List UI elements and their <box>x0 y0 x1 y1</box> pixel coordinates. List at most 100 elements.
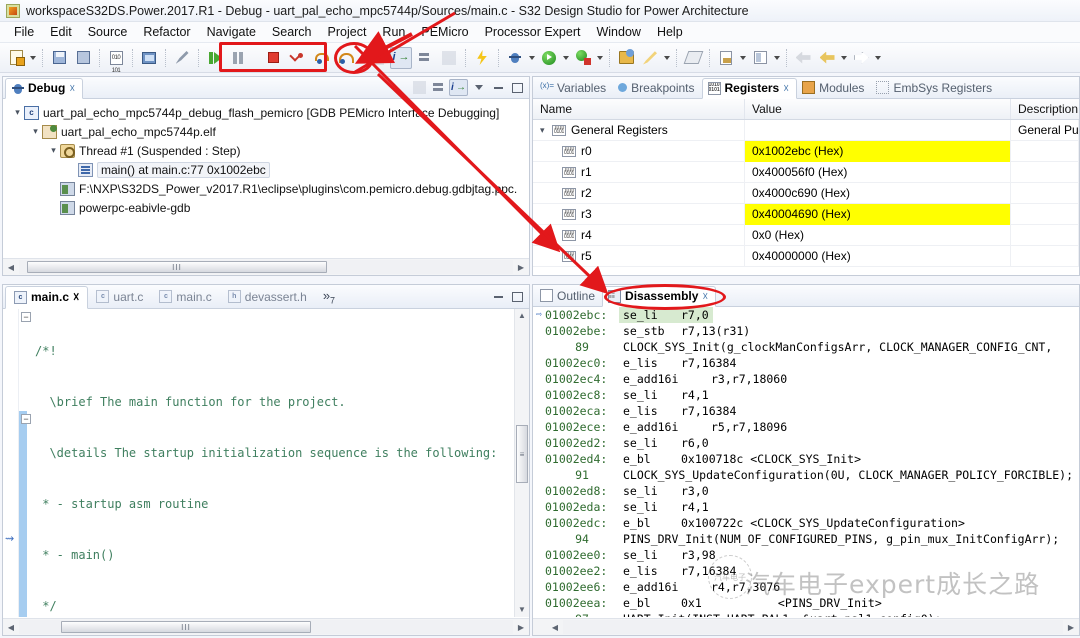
column-header-name[interactable]: Name <box>533 99 745 119</box>
tab-variables[interactable]: (x)= Variables <box>535 77 613 98</box>
view-menu-icon[interactable] <box>471 80 487 96</box>
tab-outline[interactable]: Outline <box>535 285 602 306</box>
step-over-button[interactable] <box>310 47 332 69</box>
open-folder-button[interactable] <box>615 47 637 69</box>
tree-row[interactable]: ▾ c uart_pal_echo_mpc5744p_debug_flash_p… <box>9 103 529 122</box>
register-value[interactable]: 0x4000c690 (Hex) <box>745 183 1011 204</box>
menu-help[interactable]: Help <box>649 23 691 41</box>
expand-twisty-icon[interactable]: ▾ <box>47 145 60 156</box>
expand-twisty-icon[interactable]: ▾ <box>11 107 24 118</box>
scroll-thumb[interactable]: ≡ <box>516 425 528 483</box>
back-dropdown[interactable] <box>839 47 849 69</box>
bolt-button[interactable] <box>471 47 493 69</box>
disconnect-icon[interactable] <box>411 80 427 96</box>
tab-modules[interactable]: Modules <box>797 77 871 98</box>
column-header-description[interactable]: Description <box>1011 99 1079 119</box>
minimize-icon[interactable] <box>490 289 506 305</box>
editor-vertical-scrollbar[interactable]: ▲ ≡ ▼ <box>514 309 529 617</box>
tree-row[interactable]: ▾ uart_pal_echo_mpc5744p.elf <box>9 122 529 141</box>
run-button[interactable] <box>538 47 560 69</box>
close-icon[interactable]: ☓ <box>702 290 708 303</box>
code-text[interactable]: /*! \brief The main function for the pro… <box>33 309 514 617</box>
instruction-stepping-icon[interactable]: i <box>449 79 468 96</box>
fold-collapse-icon[interactable]: − <box>21 414 31 424</box>
menu-pemicro[interactable]: PEMicro <box>413 23 476 41</box>
debug-button[interactable] <box>504 47 526 69</box>
perspective-dropdown[interactable] <box>772 47 782 69</box>
back-gray-button[interactable] <box>792 47 814 69</box>
debug-dropdown[interactable] <box>527 47 537 69</box>
external-tools-dropdown[interactable] <box>595 47 605 69</box>
tab-embsys-registers[interactable]: EmbSys Registers <box>871 77 999 98</box>
menu-source[interactable]: Source <box>80 23 136 41</box>
column-header-value[interactable]: Value <box>745 99 1011 119</box>
register-value[interactable]: 0x40004690 (Hex) <box>745 204 1011 225</box>
scroll-right-icon[interactable]: ▶ <box>1063 623 1079 632</box>
menu-refactor[interactable]: Refactor <box>135 23 198 41</box>
tab-disassembly[interactable]: ≡≡≡≡ Disassembly ☓ <box>602 286 716 307</box>
expand-twisty-icon[interactable]: ▾ <box>540 120 552 141</box>
tree-row-selected[interactable]: main() at main.c:77 0x1002ebc <box>9 160 529 179</box>
debug-horizontal-scrollbar[interactable]: ◀ III ▶ <box>3 258 529 275</box>
forward-button[interactable] <box>850 47 872 69</box>
editor-horizontal-scrollbar[interactable]: ◀ III ▶ <box>3 618 529 635</box>
drop-to-frame-button[interactable] <box>366 47 388 69</box>
disassembly-listing[interactable]: ⇨ 01002ebc: se_lir7,0 01002ebe: se_stbr7… <box>533 307 1079 617</box>
menu-edit[interactable]: Edit <box>42 23 80 41</box>
close-icon[interactable]: ☓ <box>69 82 75 95</box>
edit-button[interactable] <box>639 47 661 69</box>
register-value[interactable]: 0x40000000 (Hex) <box>745 246 1011 267</box>
scroll-left-icon[interactable]: ◀ <box>547 623 563 632</box>
scroll-thumb[interactable]: III <box>61 621 311 633</box>
table-row[interactable]: ▾ 10100101 General Registers General Pur… <box>533 120 1079 141</box>
back-button[interactable] <box>816 47 838 69</box>
scroll-right-icon[interactable]: ▶ <box>513 263 529 272</box>
new-file-button[interactable] <box>5 47 27 69</box>
scroll-left-icon[interactable]: ◀ <box>3 263 19 272</box>
scroll-track[interactable]: III <box>19 620 513 634</box>
ruler-button[interactable] <box>682 47 704 69</box>
scroll-up-icon[interactable]: ▲ <box>515 309 529 323</box>
tree-row[interactable]: ▾ Thread #1 (Suspended : Step) <box>9 141 529 160</box>
instruction-stepping-mode-button[interactable]: i <box>390 47 412 69</box>
new-file-dropdown[interactable] <box>28 47 38 69</box>
menu-processor-expert[interactable]: Processor Expert <box>477 23 589 41</box>
editor-folding-gutter[interactable]: − − − <box>19 309 33 617</box>
expand-twisty-icon[interactable]: ▾ <box>29 126 42 137</box>
binary-button[interactable]: 010101 <box>105 47 127 69</box>
tab-breakpoints[interactable]: Breakpoints <box>613 77 701 98</box>
register-value[interactable]: 0x400056f0 (Hex) <box>745 162 1011 183</box>
save-all-button[interactable] <box>72 47 94 69</box>
new-doc-dropdown[interactable] <box>738 47 748 69</box>
perspective-button[interactable] <box>749 47 771 69</box>
register-value[interactable]: 0x1002ebc (Hex) <box>745 141 1011 162</box>
resume-button[interactable] <box>204 47 226 69</box>
table-row[interactable]: 10100101r3 0x40004690 (Hex) <box>533 204 1079 225</box>
table-row[interactable]: 10100101r2 0x4000c690 (Hex) <box>533 183 1079 204</box>
terminate-button[interactable] <box>262 47 284 69</box>
save-button[interactable] <box>48 47 70 69</box>
edit-dropdown[interactable] <box>662 47 672 69</box>
menu-file[interactable]: File <box>6 23 42 41</box>
scroll-track[interactable] <box>563 620 1063 634</box>
menu-window[interactable]: Window <box>588 23 648 41</box>
skip-breakpoints-button[interactable] <box>171 47 193 69</box>
editor-tab-main-c[interactable]: c main.c ☓ <box>5 286 88 309</box>
editor-tab-overflow[interactable]: »7 <box>315 288 343 306</box>
step-return-button[interactable] <box>334 47 356 69</box>
run-dropdown[interactable] <box>561 47 571 69</box>
menu-run[interactable]: Run <box>374 23 413 41</box>
tab-debug[interactable]: Debug ☓ <box>5 78 83 99</box>
fold-collapse-icon[interactable]: − <box>21 312 31 322</box>
new-doc-button[interactable] <box>715 47 737 69</box>
table-row[interactable]: 10100101r1 0x400056f0 (Hex) <box>533 162 1079 183</box>
forward-dropdown[interactable] <box>873 47 883 69</box>
disabled-step-button[interactable] <box>438 47 460 69</box>
table-row[interactable]: 10100101r4 0x0 (Hex) <box>533 225 1079 246</box>
close-icon[interactable]: ☓ <box>783 82 789 95</box>
menu-search[interactable]: Search <box>264 23 320 41</box>
maximize-icon[interactable] <box>509 289 525 305</box>
scroll-track[interactable]: III <box>19 260 513 274</box>
open-console-button[interactable] <box>138 47 160 69</box>
table-row[interactable]: 10100101r0 0x1002ebc (Hex) <box>533 141 1079 162</box>
